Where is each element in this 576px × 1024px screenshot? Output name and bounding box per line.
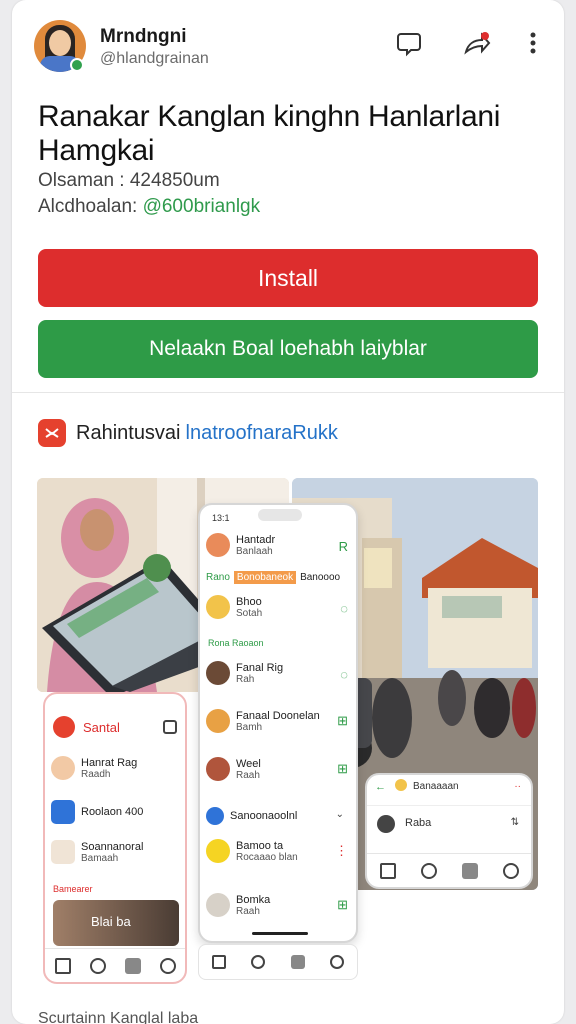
search-icon[interactable] xyxy=(420,862,437,879)
section-link[interactable]: lnatroofnaraRukk xyxy=(186,422,338,445)
profile-icon[interactable] xyxy=(502,862,519,879)
list-item-title: Fanal Rig xyxy=(236,661,284,674)
list-item-sub: Raadh xyxy=(81,768,111,780)
list-item[interactable]: Soannanoral Bamaah xyxy=(51,840,143,864)
grid-icon[interactable]: ⊞ xyxy=(337,713,348,729)
developer-link[interactable]: @600brianlgk xyxy=(143,196,261,217)
dropdown-row[interactable]: Sanoonaoolnl xyxy=(206,807,297,825)
list-item[interactable]: Bamoo ta Rocaaao blan xyxy=(206,839,298,863)
list-item[interactable]: Fanaal Doonelan Bamh xyxy=(206,709,320,733)
notch xyxy=(258,509,302,521)
meta-line-2-label: Alcdhoalan: xyxy=(38,196,143,217)
chevron-down-icon[interactable]: ⌄ xyxy=(336,809,344,820)
list-item[interactable]: Fanal Rig Rah xyxy=(206,661,283,685)
phone-right-row1: Banaaaan xyxy=(413,781,459,792)
user-name[interactable]: Mrndngni xyxy=(100,26,187,48)
section-label: Rona Raoaon xyxy=(208,638,264,648)
photo-thumbnail[interactable]: Blai ba xyxy=(53,900,179,946)
list-item-sub: Rocaaao blan xyxy=(236,851,298,863)
search-icon[interactable] xyxy=(89,957,106,974)
tag-row-left: Rano xyxy=(206,572,230,583)
list-item[interactable]: Bhoo Sotah xyxy=(206,595,262,619)
profile-icon[interactable] xyxy=(330,955,345,969)
more-icon[interactable]: ·· xyxy=(514,781,521,792)
meta-line-2: Alcdhoalan: @600brianlgk xyxy=(38,196,260,218)
list-item-title: Bamoo ta xyxy=(236,839,284,852)
section-label: Bamearer xyxy=(53,884,93,894)
list-item-sub: Raah xyxy=(236,769,260,781)
comment-icon[interactable] xyxy=(394,28,424,58)
section-label: Rahintusvai xyxy=(76,421,181,444)
phone-mockup-left[interactable]: Santal Hanrat Rag Raadh Roolaon 400 Soann… xyxy=(43,692,187,984)
app-title: Ranakar Kanglan kinghn Hanlarlani Hamgka… xyxy=(38,100,501,167)
more-vertical-icon[interactable] xyxy=(518,28,548,58)
library-icon[interactable] xyxy=(461,862,478,879)
list-item-sub: Sotah xyxy=(236,607,263,619)
home-icon[interactable] xyxy=(379,862,396,879)
bottom-nav xyxy=(198,944,358,980)
list-item[interactable]: Roolaon 400 xyxy=(51,800,143,824)
bottom-nav xyxy=(367,853,531,887)
app-icon xyxy=(38,419,66,447)
list-item[interactable]: Bomka Raah xyxy=(206,893,270,917)
home-icon[interactable] xyxy=(54,957,71,974)
phone-right-row2: Raba xyxy=(405,817,432,829)
list-item-sub: Raah xyxy=(236,905,260,917)
bookmark-icon[interactable]: R xyxy=(339,539,348,554)
avatar xyxy=(377,815,395,833)
refresh-icon[interactable]: ◌ xyxy=(340,601,348,616)
comment-icon[interactable] xyxy=(163,720,177,734)
bottom-nav xyxy=(45,948,185,982)
list-item[interactable]: Weel Raah xyxy=(206,757,261,781)
list-item-title: Hanrat Rag xyxy=(81,756,138,769)
list-item[interactable]: Hanrat Rag Raadh xyxy=(51,756,137,780)
list-item-title: Hantadr xyxy=(236,533,276,546)
online-badge xyxy=(70,58,84,72)
list-item-title: Soannanoral xyxy=(81,840,144,853)
tag-badge[interactable]: Bonobaneok xyxy=(233,571,297,584)
home-icon[interactable] xyxy=(211,955,226,969)
photo-label: Blai ba xyxy=(91,914,131,929)
share-icon[interactable] xyxy=(462,28,492,58)
library-icon[interactable] xyxy=(290,955,305,969)
phone-mockup-center[interactable]: 13:1 Hantadr Banlaah R Rano Bonobaneok Ba… xyxy=(198,503,358,943)
divider xyxy=(12,392,564,393)
list-item-title: Roolaon 400 xyxy=(81,806,144,818)
meta-line-1: Olsaman : 424850um xyxy=(38,170,220,191)
install-button[interactable]: Install xyxy=(38,249,538,307)
secondary-button[interactable]: Nelaakn Boal loehabh laiyblar xyxy=(38,320,538,378)
phone-mockup-right[interactable]: ← Banaaaan ·· Raba ⇅ xyxy=(365,773,533,889)
list-item-sub: Banlaah xyxy=(236,545,273,557)
list-item-title: Fanaal Doonelan xyxy=(236,709,320,722)
badge-icon xyxy=(395,779,407,791)
next-section-peek: Scurtainn Kanglal laba xyxy=(38,1010,199,1024)
flag-icon[interactable]: ⋮ xyxy=(335,843,348,859)
phone-left-title: Santal xyxy=(83,720,120,735)
list-item-title: Weel xyxy=(236,757,261,770)
tag-row-right: Banoooo xyxy=(300,572,341,583)
tag-row: Rano Bonobaneok Banoooo xyxy=(206,571,340,584)
back-icon[interactable]: ← xyxy=(375,781,386,793)
section-header: Rahintusvai lnatroofnaraRukk xyxy=(38,418,338,448)
status-time: 13:1 xyxy=(212,513,230,523)
list-item-title: Bhoo xyxy=(236,595,262,608)
arrows-icon[interactable]: ⇅ xyxy=(511,817,519,828)
search-icon[interactable] xyxy=(251,955,266,969)
list-item-sub: Bamh xyxy=(236,721,263,733)
dropdown-label: Sanoonaoolnl xyxy=(230,810,298,822)
list-item[interactable]: Hantadr Banlaah xyxy=(206,533,275,557)
refresh-icon[interactable]: ◌ xyxy=(340,667,348,682)
header: Mrndngni @hlandgrainan xyxy=(12,0,564,95)
list-item-sub: Rah xyxy=(236,673,255,685)
profile-icon[interactable] xyxy=(159,957,176,974)
grid-icon[interactable]: ⊞ xyxy=(337,897,348,913)
list-item-title: Bomka xyxy=(236,893,271,906)
library-icon[interactable] xyxy=(124,957,141,974)
list-item-sub: Bamaah xyxy=(81,852,119,864)
app-detail-card: Mrndngni @hlandgrainan Ranakar Kanglan k… xyxy=(12,0,564,1024)
app-logo-icon xyxy=(53,716,75,738)
grid-icon[interactable]: ⊞ xyxy=(337,761,348,777)
home-indicator xyxy=(252,932,308,935)
user-handle[interactable]: @hlandgrainan xyxy=(100,50,209,68)
